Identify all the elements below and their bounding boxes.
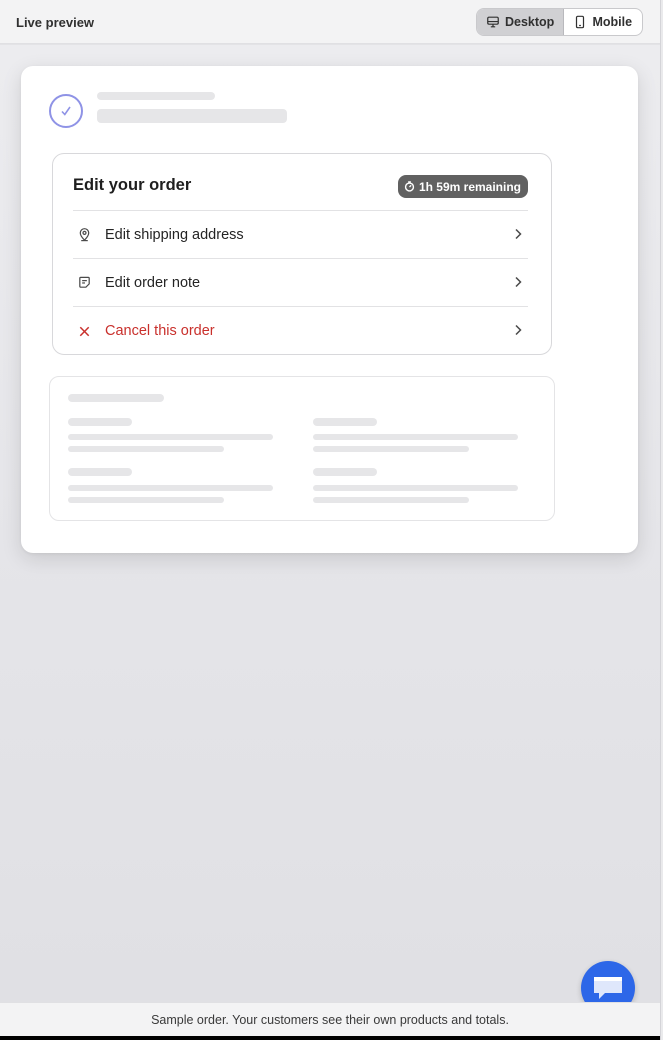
skeleton-line (97, 109, 287, 123)
edit-order-title: Edit your order (73, 176, 192, 194)
view-toggle: Desktop Mobile (476, 8, 643, 36)
skeleton-line (68, 434, 273, 440)
chevron-right-icon (515, 228, 522, 240)
skeleton-line (68, 418, 132, 426)
desktop-label: Desktop (505, 15, 555, 29)
chevron-right-icon (515, 324, 522, 336)
skeleton-line (68, 468, 132, 476)
footer-text: Sample order. Your customers see their o… (151, 1012, 509, 1027)
edit-order-panel: Edit your order 1h 59m remaining Edit sh… (52, 153, 552, 355)
footer-note: Sample order. Your customers see their o… (0, 1002, 660, 1036)
skeleton-line (313, 418, 377, 426)
desktop-icon (487, 16, 499, 28)
edit-shipping-address-label: Edit shipping address (105, 226, 244, 243)
timer-icon (404, 181, 415, 192)
time-remaining-badge: 1h 59m remaining (397, 175, 528, 198)
skeleton-line (68, 485, 273, 491)
x-icon (79, 326, 89, 336)
skeleton-line (313, 434, 518, 440)
cancel-order-row[interactable]: Cancel this order (73, 307, 528, 355)
location-pin-icon (79, 228, 89, 242)
mobile-view-button[interactable]: Mobile (564, 9, 642, 35)
skeleton-line (68, 497, 224, 503)
check-circle-icon (49, 94, 83, 128)
top-bar: Live preview Desktop Mobile (0, 0, 660, 44)
live-preview-title: Live preview (16, 15, 95, 30)
note-icon (78, 276, 90, 288)
skeleton-line (313, 485, 518, 491)
mobile-label: Mobile (592, 15, 633, 29)
skeleton-line (313, 446, 469, 452)
skeleton-line (68, 394, 164, 402)
edit-order-header: Edit your order 1h 59m remaining (73, 175, 528, 211)
skeleton-line (313, 468, 377, 476)
mobile-icon (576, 15, 585, 29)
skeleton-line (97, 92, 215, 100)
skeleton-line (313, 497, 469, 503)
order-status-card: Edit your order 1h 59m remaining Edit sh… (21, 66, 638, 553)
edit-shipping-address-row[interactable]: Edit shipping address (73, 211, 528, 259)
time-remaining-text: 1h 59m remaining (418, 179, 521, 194)
cancel-order-label: Cancel this order (105, 323, 215, 339)
skeleton-line (68, 446, 224, 452)
order-summary-skeleton (49, 376, 555, 521)
chat-bubble-icon (594, 977, 622, 999)
desktop-view-button[interactable]: Desktop (477, 9, 565, 35)
edit-order-note-row[interactable]: Edit order note (73, 259, 528, 307)
edit-order-note-label: Edit order note (105, 274, 201, 291)
preview-window: Live preview Desktop Mobile Edit your or… (0, 0, 660, 1036)
chevron-right-icon (515, 276, 522, 288)
